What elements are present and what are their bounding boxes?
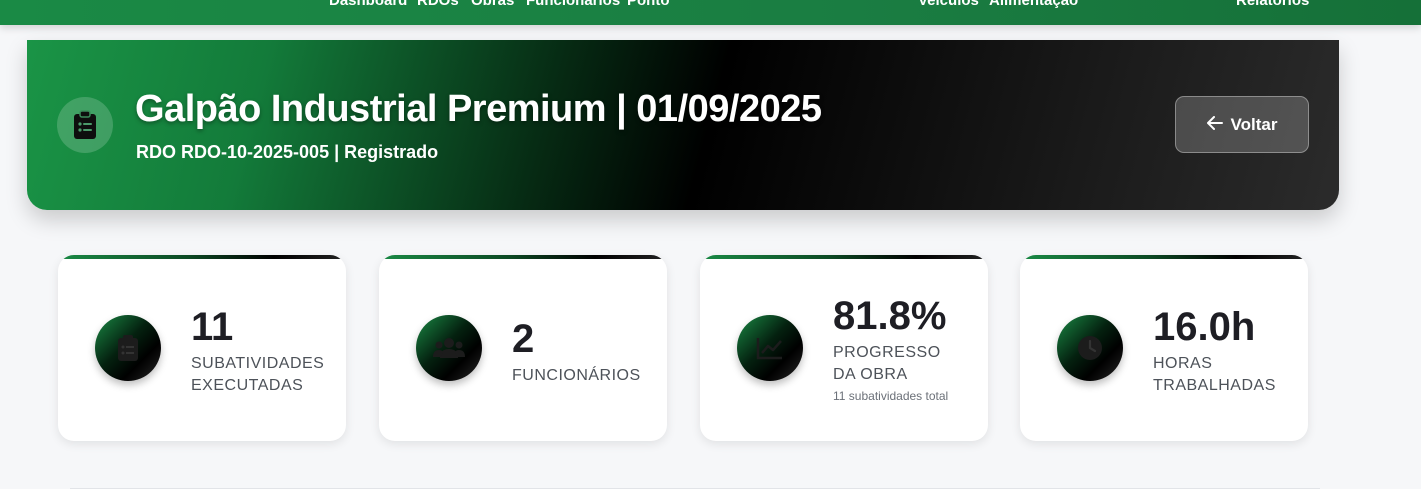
clipboard-list-icon: [95, 315, 161, 381]
arrow-left-icon: [1206, 115, 1223, 135]
stat-value: 16.0h: [1153, 305, 1256, 349]
stat-value: 81.8%: [833, 294, 947, 338]
stat-card-progresso: 81.8% PROGRESSO DA OBRA 11 subatividades…: [700, 255, 988, 441]
stat-card-subatividades: 11 SUBATIVIDADES EXECUTADAS: [58, 255, 346, 441]
nav-link-relatorios[interactable]: Relatórios: [1236, 0, 1309, 9]
users-icon: [416, 315, 482, 381]
stat-value: 11: [191, 305, 234, 349]
nav-link-veiculos[interactable]: Veículos: [918, 0, 979, 9]
clock-icon: [1057, 315, 1123, 381]
top-navbar: Dashboard RDOs Obras Funcionários Ponto …: [0, 0, 1421, 25]
nav-link-rdos[interactable]: RDOs: [417, 0, 459, 9]
rdo-subtitle: RDO RDO-10-2025-005 | Registrado: [136, 142, 439, 162]
nav-link-dashboard[interactable]: Dashboard: [329, 0, 407, 9]
stat-label: SUBATIVIDADES EXECUTADAS: [191, 355, 325, 394]
clipboard-list-icon: [57, 97, 113, 153]
nav-link-ponto[interactable]: Ponto: [627, 0, 670, 9]
rdo-header-banner: Galpão Industrial Premium | 01/09/2025 R…: [27, 40, 1339, 210]
back-button[interactable]: Voltar: [1175, 96, 1309, 153]
nav-link-alimentacao[interactable]: Alimentação: [989, 0, 1078, 9]
stat-card-horas: 16.0h HORAS TRABALHADAS: [1020, 255, 1308, 441]
back-button-label: Voltar: [1230, 114, 1278, 134]
stat-card-funcionarios: 2 FUNCIONÁRIOS: [379, 255, 667, 441]
stat-extra: 11 subatividades total: [833, 389, 949, 403]
chart-line-icon: [737, 315, 803, 381]
stat-label: FUNCIONÁRIOS: [512, 367, 641, 384]
nav-link-funcionarios[interactable]: Funcionários: [526, 0, 620, 9]
stat-label: HORAS TRABALHADAS: [1153, 355, 1276, 394]
nav-link-obras[interactable]: Obras: [471, 0, 514, 9]
page-title: Galpão Industrial Premium | 01/09/2025: [135, 88, 822, 130]
stat-value: 2: [512, 317, 535, 361]
stat-label: PROGRESSO DA OBRA: [833, 344, 941, 383]
